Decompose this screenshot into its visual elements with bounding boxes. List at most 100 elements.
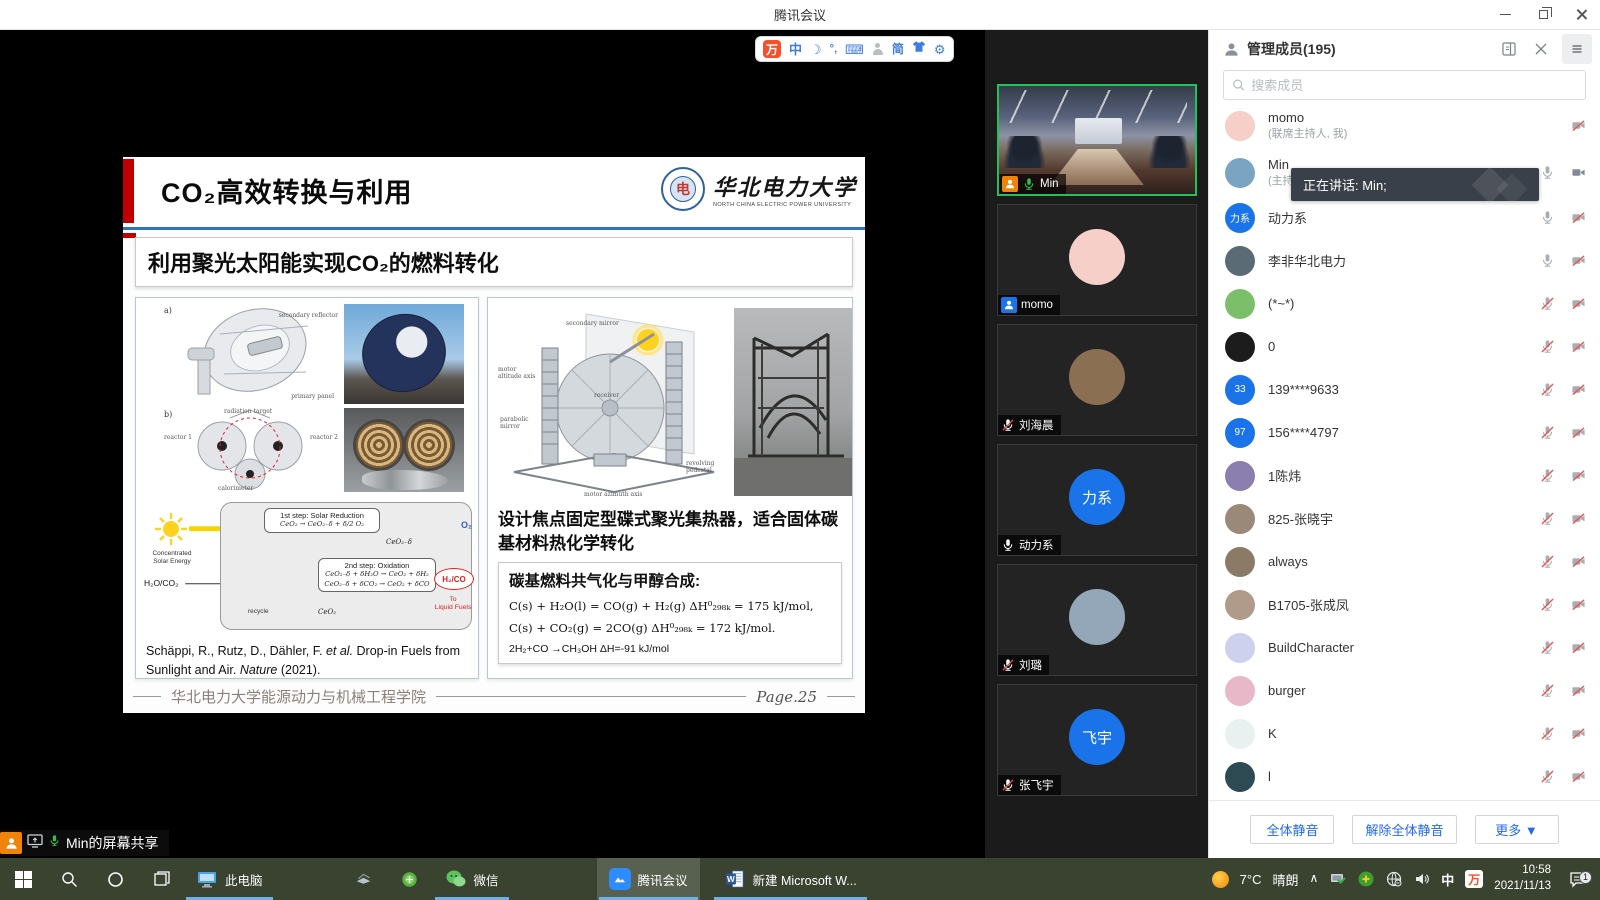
action-center-icon[interactable]: 1 [1562,871,1592,888]
scanner-app-icon[interactable] [341,858,387,900]
mic-status-icon[interactable] [1540,468,1555,483]
camera-status-icon[interactable] [1571,554,1586,569]
taskbar-word[interactable]: W 新建 Microsoft W... [712,858,869,900]
network-globe-icon[interactable] [1385,871,1402,888]
unmute-all-button[interactable]: 解除全体静音 [1352,815,1456,844]
speaking-toast-text: 正在讲话: Min; [1303,175,1387,194]
member-row[interactable]: burger [1209,669,1600,712]
video-tile-liuhaichen[interactable]: 刘海晨 [997,324,1197,436]
language-indicator[interactable]: 中 [1441,870,1454,889]
video-tile-donglixi[interactable]: 力系 动力系 [997,444,1197,556]
avatar [1225,504,1255,534]
mic-status-icon[interactable] [1540,511,1555,526]
member-row[interactable]: 825-张晓宇 [1209,497,1600,540]
mute-all-button[interactable]: 全体静音 [1250,815,1334,844]
camera-status-icon[interactable] [1571,210,1586,225]
clock-date: 2021/11/13 [1494,879,1551,895]
camera-status-icon[interactable] [1571,253,1586,268]
volume-icon[interactable] [1413,871,1430,888]
liquid-fuels-label: ToLiquid Fuels [432,596,474,613]
mic-status-icon[interactable] [1540,210,1555,225]
camera-status-icon[interactable] [1571,511,1586,526]
video-tile-liulu[interactable]: 刘璐 [997,564,1197,676]
member-row[interactable]: 1陈炜 [1209,454,1600,497]
camera-status-icon[interactable] [1571,425,1586,440]
taskbar-clock[interactable]: 10:58 2021/11/13 [1494,863,1551,894]
member-row[interactable]: always [1209,540,1600,583]
avatar [1225,762,1255,792]
mic-status-icon[interactable] [1540,165,1555,180]
antivirus-app-icon[interactable] [387,858,433,900]
camera-status-icon[interactable] [1571,296,1586,311]
sogou-tray-icon[interactable]: 万 [1465,870,1483,888]
hidden-icons-chevron[interactable]: ∧ [1309,871,1318,885]
member-row[interactable]: K [1209,712,1600,755]
start-button[interactable] [0,858,46,900]
member-row[interactable]: 力系 动力系 [1209,196,1600,239]
chinese-mode-icon[interactable]: 中 [789,43,802,56]
member-list: momo(联席主持人, 我) Min(主持人 力系 动力系 [1209,102,1600,800]
taskbar-tencent-meeting[interactable]: 腾讯会议 [597,858,700,900]
member-row[interactable]: (*~*) [1209,282,1600,325]
keyboard-icon[interactable]: ⌨ [845,43,864,56]
camera-status-icon[interactable] [1571,640,1586,655]
mic-status-icon[interactable] [1540,640,1555,655]
taskbar-search-icon[interactable] [46,858,92,900]
member-row[interactable]: BuildCharacter [1209,626,1600,669]
settings-gear-icon[interactable]: ⚙ [934,43,946,56]
member-row[interactable]: 97 156****4797 [1209,411,1600,454]
camera-status-icon[interactable] [1571,769,1586,784]
sogou-logo-icon[interactable]: 万 [763,40,781,58]
mic-status-icon[interactable] [1540,769,1555,784]
taskbar-wechat[interactable]: 微信 [433,858,511,900]
camera-status-icon[interactable] [1571,118,1586,133]
mic-status-icon[interactable] [1540,554,1555,569]
video-tile-zhangfeiyu[interactable]: 飞宇 张飞宇 [997,684,1197,796]
member-row[interactable]: l [1209,755,1600,798]
simplified-chinese-icon[interactable]: 简 [892,43,904,55]
weather-condition[interactable]: 晴朗 [1272,870,1298,889]
camera-status-icon[interactable] [1571,468,1586,483]
notification-badge: 1 [1579,871,1592,884]
mic-status-icon[interactable] [1540,597,1555,612]
mic-status-icon[interactable] [1540,382,1555,397]
member-row[interactable]: B1705-张成凤 [1209,583,1600,626]
video-tile-momo[interactable]: momo [997,204,1197,316]
mic-status-icon[interactable] [1540,253,1555,268]
green-plus-tray-icon[interactable] [1357,871,1374,888]
panel-menu-icon[interactable] [1562,34,1592,64]
punctuation-icon[interactable]: °‚ [830,44,837,55]
member-row[interactable]: 李非华北电力 [1209,239,1600,282]
camera-status-icon[interactable] [1571,165,1586,180]
sharer-badge-icon [0,832,22,854]
member-row[interactable]: 0 [1209,325,1600,368]
member-row[interactable]: momo(联席主持人, 我) [1209,102,1600,149]
mic-status-icon[interactable] [1540,425,1555,440]
weather-temp[interactable]: 7°C [1240,872,1262,887]
search-input[interactable] [1251,78,1577,93]
account-icon[interactable] [872,43,884,55]
mic-status-icon[interactable] [1540,339,1555,354]
member-row[interactable]: 33 139****9633 [1209,368,1600,411]
task-view-icon[interactable] [138,858,184,900]
camera-status-icon[interactable] [1571,339,1586,354]
close-panel-icon[interactable] [1530,38,1552,60]
mic-status-icon[interactable] [1540,296,1555,311]
popout-panel-icon[interactable] [1498,38,1520,60]
taskbar-this-pc[interactable]: 此电脑 [184,858,275,900]
skin-icon[interactable] [912,40,926,58]
more-button[interactable]: 更多 ▼ [1475,815,1559,844]
member-search-box[interactable] [1223,70,1586,100]
mic-status-icon[interactable] [1540,726,1555,741]
moon-icon[interactable]: ☽ [810,43,822,56]
camera-status-icon[interactable] [1571,726,1586,741]
camera-status-icon[interactable] [1571,382,1586,397]
camera-status-icon[interactable] [1571,683,1586,698]
video-tile-min[interactable]: Min [997,84,1197,196]
cortana-icon[interactable] [92,858,138,900]
camera-status-icon[interactable] [1571,597,1586,612]
pc-manager-tray-icon[interactable] [1329,871,1346,888]
weather-icon[interactable] [1212,871,1229,888]
mic-status-icon[interactable] [1540,683,1555,698]
slide-left-figure-box: a) secondary reflector primary panel [135,297,479,679]
